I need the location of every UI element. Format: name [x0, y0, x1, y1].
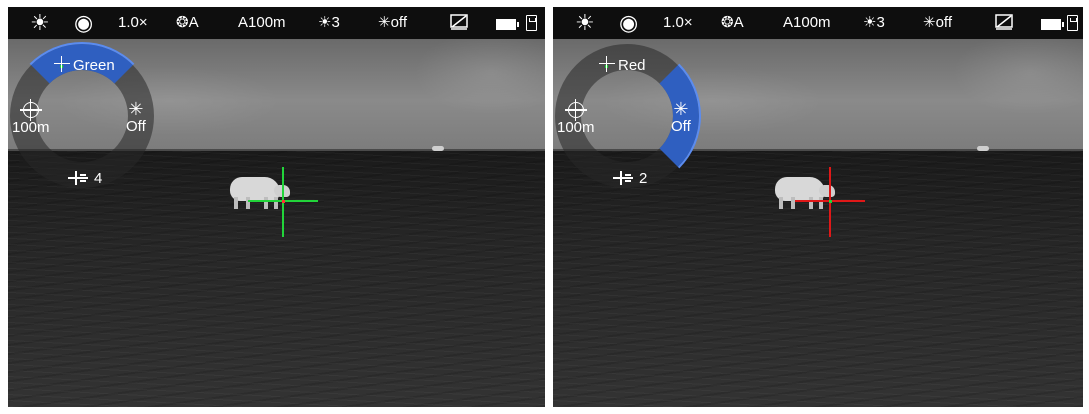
reticle-color-label: Red: [618, 57, 646, 74]
snowflake-icon: ✳: [673, 99, 689, 119]
target-icon: [564, 99, 587, 121]
menu-item-distance[interactable]: 100m: [12, 99, 50, 136]
profile-label[interactable]: A100m: [238, 7, 286, 39]
brightness-indicator[interactable]: ☀3: [318, 7, 340, 39]
profile-label[interactable]: A100m: [783, 7, 831, 39]
reticle-brightness-icon: [68, 171, 88, 185]
sd-card-icon: [1067, 15, 1078, 31]
battery-icon: [1041, 19, 1064, 30]
menu-item-reticle-color[interactable]: Green: [54, 56, 115, 74]
snowflake-icon: ✳: [378, 14, 391, 31]
sun-small-icon: ☀: [318, 14, 332, 31]
eye-icon[interactable]: ◉: [74, 7, 93, 39]
menu-item-reticle-brightness[interactable]: 4: [68, 170, 102, 187]
menu-item-illuminator[interactable]: ✳ Off: [126, 100, 146, 135]
sun-icon[interactable]: ☀: [575, 7, 595, 39]
menu-item-reticle-brightness[interactable]: 2: [613, 170, 647, 187]
menu-item-reticle-color[interactable]: Red: [599, 56, 646, 74]
quick-menu[interactable]: Green 100m ✳ Off 4: [8, 42, 156, 188]
status-bar: ☀ ◉ 1.0× ❂A A100m ☀3 ✳off: [553, 7, 1083, 39]
reticle-brightness-value: 4: [94, 170, 103, 187]
illuminator-label: Off: [671, 118, 691, 135]
sun-small-icon: ☀: [863, 14, 877, 31]
illuminator-indicator[interactable]: ✳off: [923, 7, 952, 39]
menu-item-illuminator[interactable]: ✳ Off: [671, 100, 691, 135]
menu-item-distance[interactable]: 100m: [557, 99, 595, 136]
reticle: [795, 167, 865, 237]
reticle-color-label: Green: [73, 57, 115, 74]
calibration-label: A: [188, 14, 199, 31]
calibration-label: A: [733, 14, 744, 31]
brightness-indicator[interactable]: ☀3: [863, 7, 885, 39]
illuminator-indicator[interactable]: ✳off: [378, 7, 407, 39]
snowflake-icon: ✳: [128, 99, 144, 119]
quick-menu[interactable]: Red 100m ✳ Off 2: [555, 42, 701, 190]
illuminator-value: off: [935, 14, 952, 31]
calibration-mode[interactable]: ❂A: [176, 7, 199, 39]
calibration-mode[interactable]: ❂A: [721, 7, 744, 39]
viewfinder-left: ☀ ◉ 1.0× ❂A A100m ☀3 ✳off Green 100m ✳ O…: [8, 7, 545, 407]
reticle-icon: [54, 56, 70, 72]
sun-icon[interactable]: ☀: [30, 7, 50, 39]
reticle-dot: [829, 200, 832, 203]
reticle-icon: [599, 56, 615, 72]
illuminator-value: off: [390, 14, 407, 31]
status-bar: ☀ ◉ 1.0× ❂A A100m ☀3 ✳off: [8, 7, 545, 39]
snowflake-icon: ✳: [923, 14, 936, 31]
zoom-value[interactable]: 1.0×: [118, 7, 148, 39]
reticle-brightness-value: 2: [639, 170, 648, 187]
reticle-brightness-icon: [613, 171, 633, 185]
reticle: [248, 167, 318, 237]
sd-card-icon: [526, 15, 537, 31]
aperture-icon: ❂: [176, 14, 189, 31]
distant-animal: [977, 146, 989, 151]
aperture-icon: ❂: [721, 14, 734, 31]
brightness-value: 3: [331, 14, 340, 31]
eye-icon[interactable]: ◉: [619, 7, 638, 39]
distance-label: 100m: [12, 119, 50, 136]
display-off-icon[interactable]: [995, 14, 1013, 30]
brightness-value: 3: [876, 14, 885, 31]
target-icon: [19, 99, 42, 121]
display-off-icon[interactable]: [450, 14, 468, 30]
viewfinder-right: ☀ ◉ 1.0× ❂A A100m ☀3 ✳off Red 100m ✳ Off…: [553, 7, 1083, 407]
zoom-value[interactable]: 1.0×: [663, 7, 693, 39]
illuminator-label: Off: [126, 118, 146, 135]
reticle-dot: [282, 200, 285, 203]
distance-label: 100m: [557, 119, 595, 136]
distant-animal: [432, 146, 444, 151]
battery-icon: [496, 19, 519, 30]
